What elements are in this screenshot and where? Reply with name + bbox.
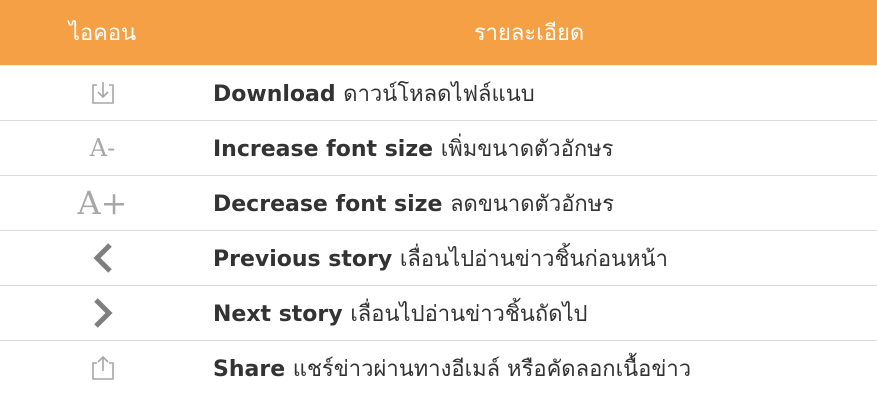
- table-row-next-story: Next story เลื่อนไปอ่านข่าวชิ้นถัดไป: [0, 286, 877, 341]
- share-icon-glyph: [89, 354, 117, 382]
- table-header: ไอคอน รายละเอียด: [0, 0, 877, 66]
- row-description: แชร์ข่าวผ่านทางอีเมล์ หรือคัดลอกเนื้อข่า…: [292, 356, 692, 382]
- increase-font-description: Increase font size เพิ่มขนาดตัวอักษร: [205, 131, 877, 166]
- row-label: Increase font size: [213, 136, 441, 162]
- font-size-glyph-small: A-: [89, 134, 116, 162]
- share-description: Share แชร์ข่าวผ่านทางอีเมล์ หรือคัดลอกเน…: [205, 351, 877, 386]
- previous-story-description: Previous story เลื่อนไปอ่านข่าวชิ้นก่อนห…: [205, 241, 877, 276]
- download-icon: [0, 79, 205, 107]
- chevron-right-glyph: [92, 297, 114, 329]
- decrease-font-description: Decrease font size ลดขนาดตัวอักษร: [205, 186, 877, 221]
- row-label: Decrease font size: [213, 191, 451, 217]
- table-row-share: Share แชร์ข่าวผ่านทางอีเมล์ หรือคัดลอกเน…: [0, 341, 877, 395]
- font-size-decrease-icon: A-: [0, 136, 205, 160]
- row-description: เพิ่มขนาดตัวอักษร: [440, 136, 614, 162]
- row-label: Previous story: [213, 246, 400, 272]
- header-description-column: รายละเอียด: [473, 21, 585, 46]
- row-description: ดาวน์โหลดไฟล์แนบ: [343, 81, 535, 107]
- row-label: Download: [213, 81, 344, 107]
- table-row-previous-story: Previous story เลื่อนไปอ่านข่าวชิ้นก่อนห…: [0, 231, 877, 286]
- table-row-decrease-font: A+ Decrease font size ลดขนาดตัวอักษร: [0, 176, 877, 231]
- header-icon-column: ไอคอน: [68, 21, 137, 46]
- font-size-increase-icon: A+: [0, 187, 205, 219]
- font-size-glyph-large: A+: [77, 184, 128, 222]
- row-description: เลื่อนไปอ่านข่าวชิ้นก่อนหน้า: [399, 246, 668, 272]
- row-label: Share: [213, 356, 293, 382]
- row-description: เลื่อนไปอ่านข่าวชิ้นถัดไป: [350, 301, 588, 327]
- download-description: Download ดาวน์โหลดไฟล์แนบ: [205, 76, 877, 111]
- table-row-increase-font: A- Increase font size เพิ่มขนาดตัวอักษร: [0, 121, 877, 176]
- row-description: ลดขนาดตัวอักษร: [450, 191, 615, 217]
- chevron-right-icon: [0, 297, 205, 329]
- chevron-left-glyph: [92, 242, 114, 274]
- share-icon: [0, 354, 205, 382]
- chevron-left-icon: [0, 242, 205, 274]
- next-story-description: Next story เลื่อนไปอ่านข่าวชิ้นถัดไป: [205, 296, 877, 331]
- row-label: Next story: [213, 301, 351, 327]
- table-row-download: Download ดาวน์โหลดไฟล์แนบ: [0, 66, 877, 121]
- download-icon-glyph: [89, 79, 117, 107]
- icon-legend-table: ไอคอน รายละเอียด Download ดาวน์โหลดไฟล์แ…: [0, 0, 877, 391]
